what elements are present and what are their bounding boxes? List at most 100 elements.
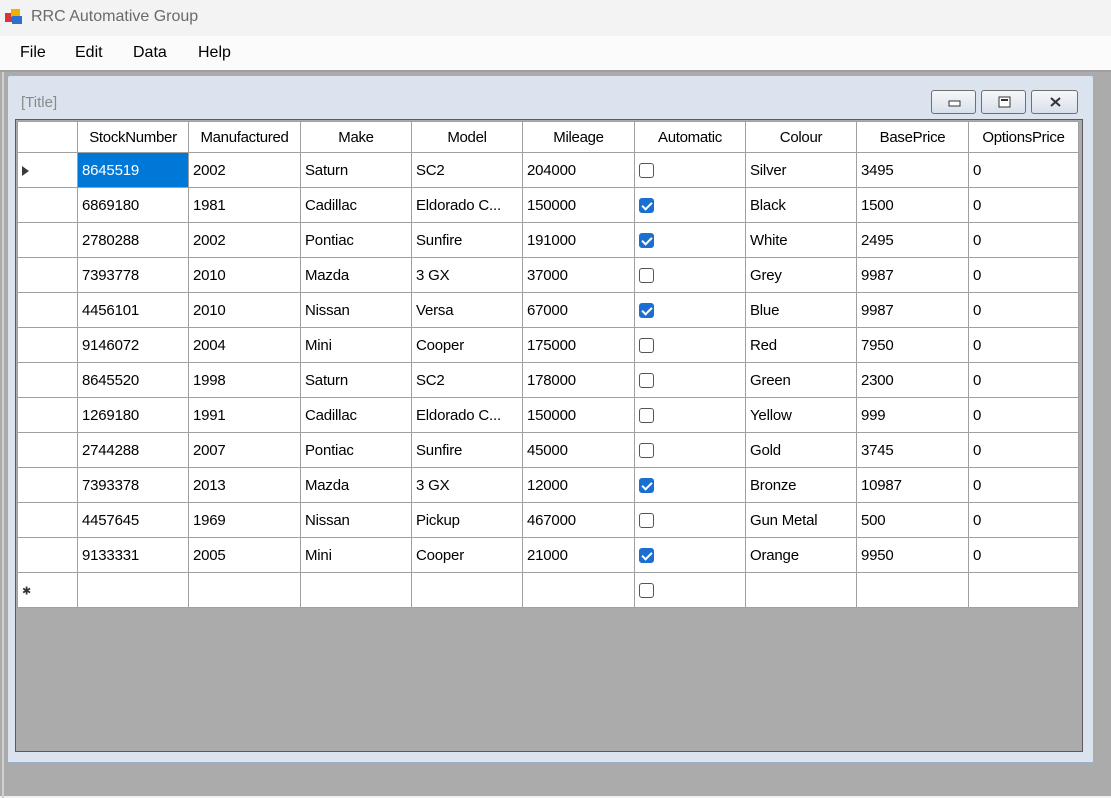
model-cell[interactable]: Cooper (411, 537, 523, 573)
stock-number-cell[interactable]: 8645520 (77, 362, 189, 398)
model-cell[interactable]: 3 GX (411, 467, 523, 503)
row-header[interactable] (17, 292, 78, 328)
table-row[interactable]: 9133331 2005 Mini Cooper 21000 Orange 9950 0 (17, 537, 1079, 573)
make-cell[interactable]: Pontiac (300, 432, 412, 468)
stock-number-cell[interactable]: 8645519 (77, 152, 189, 188)
make-cell[interactable]: Mini (300, 327, 412, 363)
checkbox-unchecked[interactable] (639, 408, 654, 424)
automatic-cell[interactable] (634, 467, 746, 503)
restore-button[interactable] (981, 90, 1026, 114)
automatic-cell[interactable] (634, 537, 746, 573)
table-row[interactable]: 9146072 2004 Mini Cooper 175000 Red 7950 0 (17, 327, 1079, 363)
base-price-cell[interactable]: 2300 (856, 362, 969, 398)
options-price-cell[interactable]: 0 (968, 467, 1079, 503)
model-cell[interactable]: Sunfire (411, 222, 523, 258)
row-header[interactable] (17, 432, 78, 468)
options-price-cell[interactable] (968, 572, 1079, 608)
base-price-cell[interactable]: 9987 (856, 292, 969, 328)
colour-cell[interactable]: Black (745, 187, 857, 223)
model-cell[interactable]: Pickup (411, 502, 523, 538)
options-price-cell[interactable]: 0 (968, 187, 1079, 223)
colour-cell[interactable] (745, 572, 857, 608)
row-header[interactable] (17, 397, 78, 433)
model-cell[interactable]: Versa (411, 292, 523, 328)
checkbox-checked[interactable] (639, 303, 654, 319)
stock-number-cell[interactable]: 7393778 (77, 257, 189, 293)
checkbox-unchecked[interactable] (639, 338, 654, 354)
base-price-cell[interactable]: 10987 (856, 467, 969, 503)
col-header-automatic[interactable]: Automatic (634, 121, 746, 153)
stock-number-cell[interactable]: 2744288 (77, 432, 189, 468)
checkbox-unchecked[interactable] (639, 443, 654, 459)
table-row[interactable]: 4456101 2010 Nissan Versa 67000 Blue 9987 0 (17, 292, 1079, 328)
stock-number-cell[interactable]: 1269180 (77, 397, 189, 433)
menu-edit[interactable]: Edit (75, 44, 103, 62)
automatic-cell[interactable] (634, 502, 746, 538)
base-price-cell[interactable]: 7950 (856, 327, 969, 363)
base-price-cell[interactable]: 3495 (856, 152, 969, 188)
manufactured-cell[interactable]: 2007 (188, 432, 301, 468)
app-icon[interactable] (5, 9, 23, 25)
model-cell[interactable]: 3 GX (411, 257, 523, 293)
options-price-cell[interactable]: 0 (968, 327, 1079, 363)
stock-number-cell[interactable]: 6869180 (77, 187, 189, 223)
automatic-cell[interactable] (634, 432, 746, 468)
automatic-cell[interactable] (634, 222, 746, 258)
automatic-cell[interactable] (634, 152, 746, 188)
manufactured-cell[interactable]: 1981 (188, 187, 301, 223)
make-cell[interactable]: Mazda (300, 257, 412, 293)
minimize-button[interactable] (931, 90, 976, 114)
colour-cell[interactable]: White (745, 222, 857, 258)
model-cell[interactable]: Eldorado C... (411, 397, 523, 433)
new-row[interactable]: ✱ (17, 572, 1079, 608)
options-price-cell[interactable]: 0 (968, 292, 1079, 328)
colour-cell[interactable]: Bronze (745, 467, 857, 503)
model-cell[interactable]: Eldorado C... (411, 187, 523, 223)
colour-cell[interactable]: Red (745, 327, 857, 363)
mileage-cell[interactable]: 467000 (522, 502, 635, 538)
table-row[interactable]: 2780288 2002 Pontiac Sunfire 191000 White 2495… (17, 222, 1079, 258)
model-cell[interactable] (411, 572, 523, 608)
manufactured-cell[interactable]: 2004 (188, 327, 301, 363)
menu-file[interactable]: File (20, 44, 46, 62)
close-button[interactable] (1031, 90, 1078, 114)
stock-number-cell[interactable]: 2780288 (77, 222, 189, 258)
col-header-mileage[interactable]: Mileage (522, 121, 635, 153)
table-row[interactable]: 2744288 2007 Pontiac Sunfire 45000 Gold 3745 0 (17, 432, 1079, 468)
col-header-model[interactable]: Model (411, 121, 523, 153)
checkbox-unchecked[interactable] (639, 513, 654, 529)
colour-cell[interactable]: Yellow (745, 397, 857, 433)
options-price-cell[interactable]: 0 (968, 537, 1079, 573)
manufactured-cell[interactable]: 1998 (188, 362, 301, 398)
model-cell[interactable]: SC2 (411, 362, 523, 398)
options-price-cell[interactable]: 0 (968, 432, 1079, 468)
col-header-colour[interactable]: Colour (745, 121, 857, 153)
mileage-cell[interactable]: 150000 (522, 187, 635, 223)
row-header[interactable] (17, 257, 78, 293)
mileage-cell[interactable]: 67000 (522, 292, 635, 328)
model-cell[interactable]: SC2 (411, 152, 523, 188)
base-price-cell[interactable]: 999 (856, 397, 969, 433)
checkbox-checked[interactable] (639, 198, 654, 214)
col-header-manufactured[interactable]: Manufactured (188, 121, 301, 153)
make-cell[interactable] (300, 572, 412, 608)
mileage-cell[interactable]: 37000 (522, 257, 635, 293)
row-header[interactable] (17, 152, 78, 188)
base-price-cell[interactable]: 500 (856, 502, 969, 538)
checkbox-checked[interactable] (639, 548, 654, 564)
checkbox-checked[interactable] (639, 233, 654, 249)
make-cell[interactable]: Saturn (300, 362, 412, 398)
checkbox-unchecked[interactable] (639, 268, 654, 284)
inventory-grid[interactable]: StockNumber Manufactured Make Model Mile… (17, 121, 1079, 608)
manufactured-cell[interactable]: 2013 (188, 467, 301, 503)
automatic-cell[interactable] (634, 397, 746, 433)
menu-help[interactable]: Help (198, 44, 231, 62)
automatic-cell[interactable] (634, 187, 746, 223)
automatic-cell[interactable] (634, 572, 746, 608)
row-header[interactable] (17, 327, 78, 363)
automatic-cell[interactable] (634, 257, 746, 293)
make-cell[interactable]: Cadillac (300, 187, 412, 223)
row-header[interactable] (17, 467, 78, 503)
mileage-cell[interactable]: 204000 (522, 152, 635, 188)
manufactured-cell[interactable]: 2010 (188, 292, 301, 328)
